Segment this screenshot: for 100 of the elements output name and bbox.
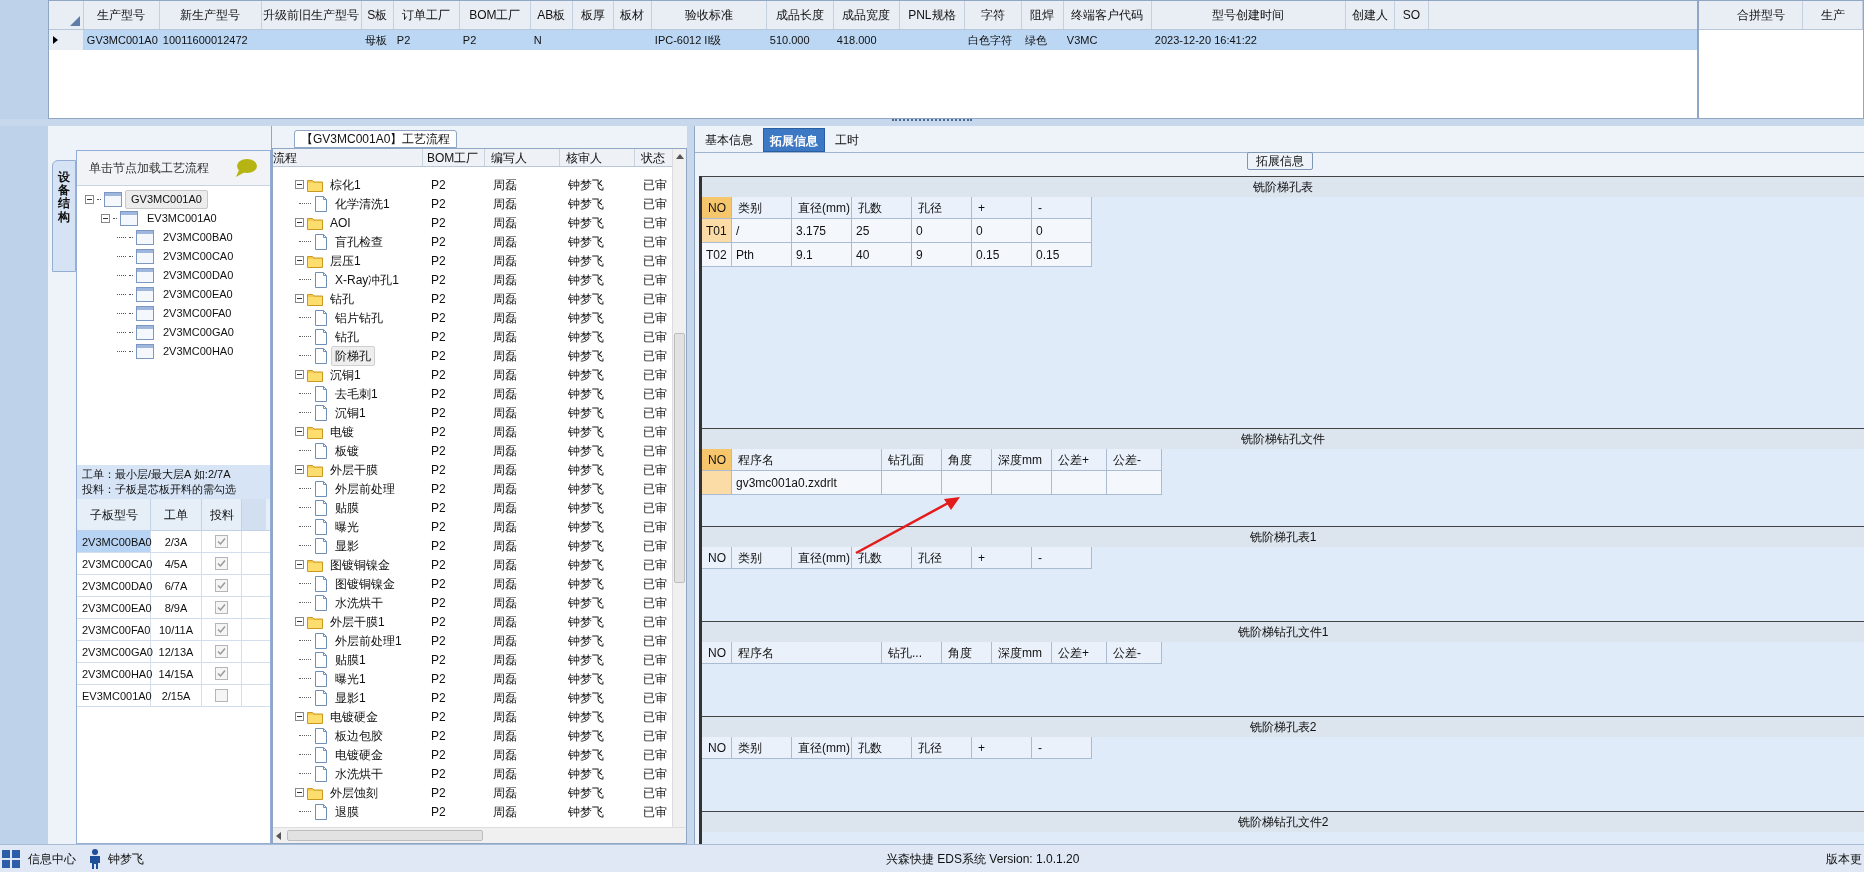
process-step[interactable]: 图镀铜镍金 bbox=[326, 554, 394, 575]
process-step[interactable]: 钻孔 bbox=[331, 326, 363, 347]
column-header[interactable]: 成品宽度 bbox=[833, 1, 900, 29]
column-header[interactable]: 新生产型号 bbox=[159, 1, 262, 29]
table-row[interactable]: GV3MC001A0 10011600012472 母板 P2 P2 N IPC-6012 II级 510.000 418.000 白色字符 绿色 V3MC 2023-12-20 16:41:22 bbox=[48, 30, 1697, 50]
process-step[interactable]: 外层干膜1 bbox=[326, 611, 389, 632]
column-header[interactable]: 板厚 bbox=[572, 1, 614, 29]
process-step[interactable]: 外层前处理1 bbox=[331, 630, 406, 651]
process-step[interactable]: 水洗烘干 bbox=[331, 763, 387, 784]
column-header[interactable]: BOM工厂 bbox=[459, 1, 531, 29]
tree-item[interactable]: 2V3MC00EA0 bbox=[157, 285, 239, 304]
process-step[interactable]: 退膜 bbox=[331, 801, 363, 822]
tab[interactable]: 拓展信息 bbox=[763, 128, 825, 152]
checkbox[interactable] bbox=[215, 689, 228, 702]
process-step[interactable]: 电镀 bbox=[326, 421, 358, 442]
process-step[interactable]: 化学清洗1 bbox=[331, 193, 394, 214]
process-step[interactable]: 沉铜1 bbox=[326, 364, 365, 385]
process-step[interactable]: 沉铜1 bbox=[331, 402, 370, 423]
column-header[interactable]: SO bbox=[1394, 1, 1429, 29]
process-step[interactable]: 贴膜 bbox=[331, 497, 363, 518]
tree-item[interactable]: GV3MC001A0 bbox=[125, 190, 208, 209]
column-header[interactable]: 订单工厂 bbox=[393, 1, 460, 29]
column-header[interactable]: 编写人 bbox=[485, 149, 560, 166]
process-step[interactable]: 去毛刺1 bbox=[331, 383, 382, 404]
horizontal-scrollbar[interactable] bbox=[273, 827, 686, 843]
collapse-icon[interactable] bbox=[295, 427, 304, 436]
tree-item[interactable]: EV3MC001A0 bbox=[141, 209, 223, 228]
process-step[interactable]: 显影 bbox=[331, 535, 363, 556]
tab[interactable]: 基本信息 bbox=[699, 128, 759, 152]
process-step[interactable]: AOI bbox=[326, 212, 355, 233]
column-header[interactable]: 验收标准 bbox=[651, 1, 767, 29]
column-header[interactable]: BOM工厂 bbox=[423, 149, 485, 166]
splitter-grip[interactable] bbox=[892, 119, 972, 122]
collapse-icon[interactable] bbox=[295, 294, 304, 303]
process-step[interactable]: 外层干膜 bbox=[326, 459, 382, 480]
collapse-icon[interactable] bbox=[295, 712, 304, 721]
collapse-icon[interactable] bbox=[295, 370, 304, 379]
column-header[interactable]: 阻焊 bbox=[1021, 1, 1064, 29]
process-step[interactable]: 层压1 bbox=[326, 250, 365, 271]
process-step[interactable]: 盲孔检查 bbox=[331, 231, 387, 252]
column-header[interactable]: 子板型号 bbox=[77, 499, 151, 530]
column-header[interactable]: 升级前旧生产型号 bbox=[261, 1, 362, 29]
process-step[interactable]: 板镀 bbox=[331, 440, 363, 461]
collapse-icon[interactable] bbox=[295, 788, 304, 797]
process-step[interactable]: 阶梯孔 bbox=[331, 345, 375, 366]
vertical-tab[interactable]: 设备结构 bbox=[52, 160, 76, 272]
collapse-icon[interactable] bbox=[295, 218, 304, 227]
collapse-icon[interactable] bbox=[295, 465, 304, 474]
process-step[interactable]: 曝光 bbox=[331, 516, 363, 537]
checkbox[interactable] bbox=[215, 645, 228, 658]
table-cell[interactable]: 2V3MC00DA0 bbox=[77, 575, 151, 596]
collapse-icon[interactable] bbox=[295, 180, 304, 189]
checkbox[interactable] bbox=[215, 579, 228, 592]
tree-item[interactable]: 2V3MC00BA0 bbox=[157, 228, 239, 247]
process-step[interactable]: 显影1 bbox=[331, 687, 370, 708]
column-header[interactable]: 核审人 bbox=[560, 149, 635, 166]
column-header[interactable]: S板 bbox=[361, 1, 394, 29]
process-step[interactable]: 钻孔 bbox=[326, 288, 358, 309]
table-cell[interactable]: EV3MC001A0 bbox=[77, 685, 151, 706]
row-header[interactable]: T01 bbox=[702, 219, 732, 243]
checkbox[interactable] bbox=[215, 601, 228, 614]
table-cell[interactable]: 2V3MC00BA0 bbox=[77, 531, 151, 552]
column-header[interactable]: 生产 bbox=[1803, 1, 1863, 29]
tree-item[interactable]: 2V3MC00GA0 bbox=[157, 323, 240, 342]
collapse-icon[interactable] bbox=[295, 256, 304, 265]
process-step[interactable]: 铝片钻孔 bbox=[331, 307, 387, 328]
column-header[interactable]: 成品长度 bbox=[766, 1, 834, 29]
process-step[interactable]: 电镀硬金 bbox=[326, 706, 382, 727]
table-cell[interactable]: 2V3MC00CA0 bbox=[77, 553, 151, 574]
tree-item[interactable]: 2V3MC00FA0 bbox=[157, 304, 238, 323]
table-cell[interactable]: 2V3MC00GA0 bbox=[77, 641, 151, 662]
column-header[interactable]: 型号创建时间 bbox=[1151, 1, 1346, 29]
column-header[interactable]: PNL规格 bbox=[899, 1, 965, 29]
column-header[interactable]: 终端客户代码 bbox=[1063, 1, 1152, 29]
column-header[interactable]: 字符 bbox=[964, 1, 1022, 29]
column-header[interactable]: 生产型号 bbox=[83, 1, 160, 29]
scroll-left-icon[interactable] bbox=[275, 831, 283, 840]
column-header[interactable]: 创建人 bbox=[1345, 1, 1395, 29]
checkbox[interactable] bbox=[215, 557, 228, 570]
table-cell[interactable]: 2V3MC00FA0 bbox=[77, 619, 151, 640]
process-step[interactable]: 图镀铜镍金 bbox=[331, 573, 399, 594]
checkbox[interactable] bbox=[215, 535, 228, 548]
checkbox[interactable] bbox=[215, 667, 228, 680]
process-step[interactable]: 外层蚀刻 bbox=[326, 782, 382, 803]
process-step[interactable]: X-Ray冲孔1 bbox=[331, 269, 403, 290]
table-cell[interactable]: 2V3MC00HA0 bbox=[77, 663, 151, 684]
version-link[interactable]: 版本更 bbox=[1826, 849, 1862, 868]
collapse-icon[interactable] bbox=[295, 560, 304, 569]
table-cell[interactable]: 2V3MC00EA0 bbox=[77, 597, 151, 618]
process-step[interactable]: 电镀硬金 bbox=[331, 744, 387, 765]
collapse-icon[interactable] bbox=[85, 195, 94, 204]
row-header[interactable]: T02 bbox=[702, 243, 732, 267]
column-header[interactable]: 合拼型号 bbox=[1719, 1, 1803, 29]
process-step[interactable]: 贴膜1 bbox=[331, 649, 370, 670]
process-step[interactable]: 曝光1 bbox=[331, 668, 370, 689]
vertical-scrollbar[interactable] bbox=[672, 149, 686, 827]
column-header[interactable]: AB板 bbox=[530, 1, 573, 29]
collapse-icon[interactable] bbox=[101, 214, 110, 223]
process-step[interactable]: 棕化1 bbox=[326, 174, 365, 195]
column-header[interactable]: 流程 bbox=[273, 149, 423, 166]
